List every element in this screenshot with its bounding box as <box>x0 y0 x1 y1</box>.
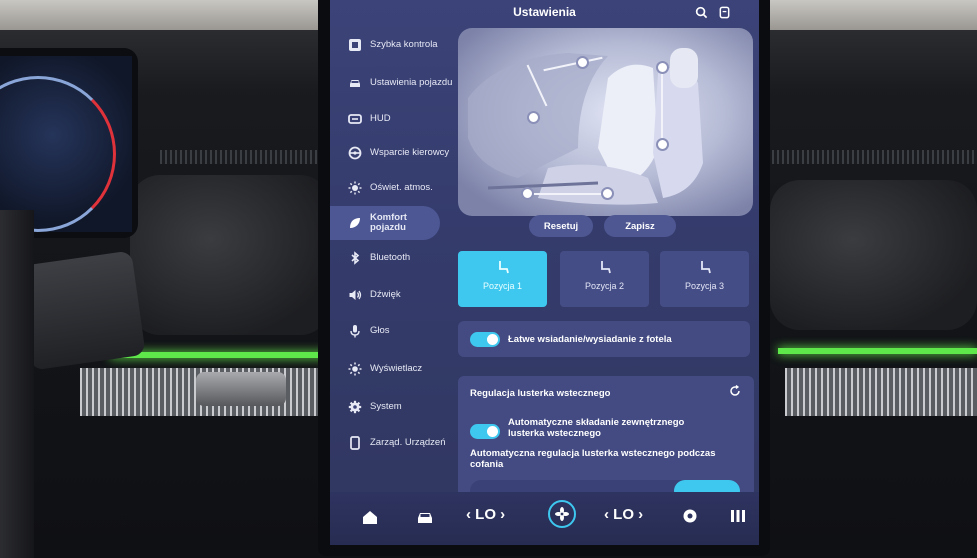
brightness-icon <box>348 362 362 376</box>
auto-fold-label: Automatyczne składanie zewnętrznego lust… <box>508 417 685 439</box>
quick-control-icon <box>349 39 361 51</box>
home-icon[interactable] <box>362 509 378 525</box>
sidebar-item-voice[interactable]: Głos <box>336 314 456 348</box>
sidebar: Szybka kontrola Ustawienia pojazdu HUD W… <box>330 22 458 492</box>
steering-wheel-icon <box>348 146 362 160</box>
infotainment-screen: Ustawienia Szybka kontrola Ustawienia po… <box>330 0 759 545</box>
air-vent-left <box>160 150 320 164</box>
sidebar-item-label: HUD <box>370 113 391 124</box>
headrest-adjust-handle[interactable] <box>656 61 669 74</box>
save-button[interactable]: Zapisz <box>604 215 676 237</box>
manual-icon[interactable] <box>718 6 731 19</box>
position-1-button[interactable]: Pozycja 1 <box>458 251 547 307</box>
sidebar-item-label: Ustawienia pojazdu <box>370 77 453 88</box>
sun-icon <box>348 181 362 195</box>
sidebar-item-bluetooth[interactable]: Bluetooth <box>336 241 456 275</box>
fan-button[interactable] <box>548 500 576 528</box>
refresh-icon[interactable] <box>729 385 741 397</box>
steering-wheel-edge <box>0 210 34 558</box>
sidebar-item-label: Zarząd. Urządzeń <box>370 437 446 448</box>
microphone-icon <box>350 325 360 338</box>
dashboard-panel-right <box>770 180 977 330</box>
sidebar-item-device-management[interactable]: Zarząd. Urządzeń <box>336 426 456 460</box>
gear-icon <box>348 400 362 414</box>
sidebar-item-label: Szybka kontrola <box>370 39 438 50</box>
apps-icon[interactable] <box>730 509 746 523</box>
seat-icon <box>600 261 611 274</box>
seat-adjustment-image <box>458 28 753 216</box>
seat-icon <box>498 261 509 274</box>
auto-fold-toggle[interactable] <box>470 424 500 439</box>
sidebar-item-label: Wyświetlacz <box>370 363 423 374</box>
seat-adjust-handle[interactable] <box>576 56 589 69</box>
device-icon <box>350 436 360 450</box>
seat-slide-handle[interactable] <box>521 187 534 200</box>
ambient-light-left <box>110 352 330 358</box>
right-temp-value: LO <box>613 506 635 523</box>
dashboard-panel-left <box>130 175 330 335</box>
left-temp-value: LO <box>475 506 497 523</box>
fan-icon <box>555 507 569 521</box>
speaker-icon <box>349 290 362 300</box>
ac-settings-icon[interactable] <box>682 508 698 524</box>
position-label: Pozycja 3 <box>684 281 725 291</box>
sidebar-item-label: Wsparcie kierowcy <box>370 147 450 158</box>
sidebar-item-label: Głos <box>370 325 390 336</box>
easy-entry-row: Łatwe wsiadanie/wysiadanie z fotela <box>458 321 750 357</box>
sidebar-item-label: System <box>370 401 402 412</box>
sidebar-item-sound[interactable]: Dźwięk <box>336 278 456 312</box>
speed-gauge <box>0 76 116 232</box>
instrument-cluster-screen <box>0 56 132 232</box>
sidebar-item-quick-control[interactable]: Szybka kontrola <box>336 28 456 62</box>
adjust-path-line <box>661 68 663 143</box>
position-3-button[interactable]: Pozycja 3 <box>660 251 749 307</box>
sidebar-item-ambient-light[interactable]: Oświet. atmos. <box>336 171 456 205</box>
sidebar-item-hud[interactable]: HUD <box>336 102 456 136</box>
sidebar-item-label: Bluetooth <box>370 252 411 263</box>
bottom-bar: ‹ LO › ‹ LO › <box>330 492 759 545</box>
leaf-icon <box>350 218 360 228</box>
gear-selector <box>196 372 286 406</box>
sidebar-item-driver-assist[interactable]: Wsparcie kierowcy <box>336 136 456 170</box>
mirror-card-title: Regulacja lusterka wstecznego <box>470 388 611 399</box>
hud-icon <box>348 114 362 124</box>
seat-icon <box>700 261 711 274</box>
sidebar-item-label: Dźwięk <box>370 289 401 300</box>
car-icon[interactable] <box>416 509 434 525</box>
easy-entry-label: Łatwe wsiadanie/wysiadanie z fotela <box>508 334 672 345</box>
speaker-grille-right <box>785 368 977 416</box>
sidebar-item-display[interactable]: Wyświetlacz <box>336 352 456 386</box>
lumbar-adjust-handle[interactable] <box>656 138 669 151</box>
easy-entry-toggle[interactable] <box>470 332 500 347</box>
search-icon[interactable] <box>695 6 708 19</box>
wiper-stalk <box>17 250 146 371</box>
car-icon <box>350 80 360 87</box>
air-vent-right <box>772 150 977 164</box>
right-temp-control[interactable]: ‹ LO › <box>604 506 643 523</box>
sidebar-item-label: Oświet. atmos. <box>370 182 433 193</box>
adjust-path-line <box>528 193 608 195</box>
auto-adjust-label: Automatyczna regulacja lusterka wsteczne… <box>470 448 716 470</box>
ambient-light-right <box>778 348 977 354</box>
reset-button[interactable]: Resetuj <box>529 215 593 237</box>
position-label: Pozycja 1 <box>482 281 523 291</box>
left-temp-control[interactable]: ‹ LO › <box>466 506 505 523</box>
sidebar-item-system[interactable]: System <box>336 390 456 424</box>
backrest-adjust-handle[interactable] <box>527 111 540 124</box>
seat-height-handle[interactable] <box>601 187 614 200</box>
mirror-adjust-card: Regulacja lusterka wstecznego Automatycz… <box>458 376 754 506</box>
sidebar-item-vehicle-settings[interactable]: Ustawienia pojazdu <box>336 66 456 100</box>
sidebar-item-vehicle-comfort[interactable]: Komfort pojazdu <box>330 206 440 240</box>
position-label: Pozycja 2 <box>584 281 625 291</box>
sidebar-item-label: Komfort pojazdu <box>370 212 407 233</box>
position-2-button[interactable]: Pozycja 2 <box>560 251 649 307</box>
bluetooth-icon <box>351 251 360 265</box>
